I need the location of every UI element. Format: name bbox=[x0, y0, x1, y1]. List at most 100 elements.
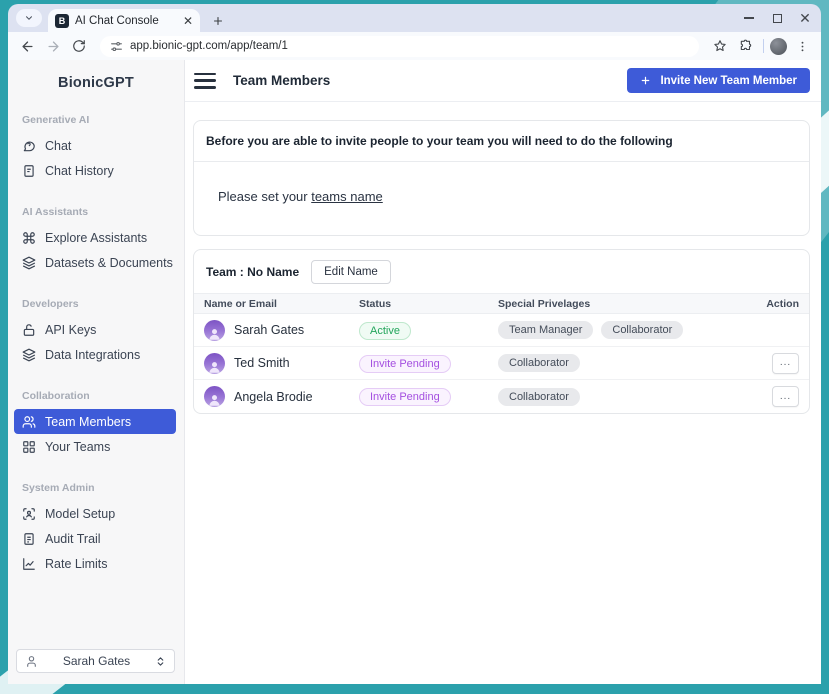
back-button[interactable] bbox=[16, 35, 38, 57]
sidebar-item-datasets-documents[interactable]: Datasets & Documents bbox=[14, 250, 176, 275]
chat-icon bbox=[22, 139, 36, 153]
chat-history-icon bbox=[22, 164, 36, 178]
page-title: Team Members bbox=[233, 73, 330, 88]
sidebar-item-explore-assistants[interactable]: Explore Assistants bbox=[14, 225, 176, 250]
status-badge: Invite Pending bbox=[359, 388, 451, 406]
main-panel: Team Members Invite New Team Member Befo… bbox=[185, 60, 821, 684]
team-name-label: Team : No Name bbox=[206, 265, 299, 279]
user-icon bbox=[207, 326, 222, 341]
sidebar-item-label: Chat bbox=[45, 139, 71, 153]
member-avatar bbox=[204, 353, 225, 374]
member-name: Ted Smith bbox=[234, 356, 290, 370]
command-icon bbox=[22, 231, 36, 245]
chart-icon bbox=[22, 557, 36, 571]
users-icon bbox=[22, 415, 36, 429]
column-name-or-email: Name or Email bbox=[204, 298, 359, 310]
invite-new-team-member-button[interactable]: Invite New Team Member bbox=[627, 68, 810, 93]
section-collaboration: Collaboration bbox=[22, 390, 168, 402]
team-members-card: Team : No Name Edit Name Name or Email S… bbox=[193, 249, 810, 414]
address-bar[interactable]: app.bionic-gpt.com/app/team/1 bbox=[100, 36, 699, 57]
forward-button[interactable] bbox=[42, 35, 64, 57]
privilege-badge: Collaborator bbox=[498, 388, 580, 406]
puzzle-icon bbox=[739, 39, 753, 53]
reload-icon bbox=[72, 39, 86, 53]
table-row: Angela Brodie Invite Pending Collaborato… bbox=[194, 380, 809, 413]
sidebar: BionicGPT Generative AI Chat Chat Histor… bbox=[8, 60, 185, 684]
sidebar-item-label: Datasets & Documents bbox=[45, 256, 173, 270]
edit-name-button[interactable]: Edit Name bbox=[311, 260, 391, 284]
bookmark-star-button[interactable] bbox=[709, 35, 731, 57]
desktop-wallpaper: B AI Chat Console ✕ ✕ bbox=[0, 0, 829, 694]
sidebar-item-audit-trail[interactable]: Audit Trail bbox=[14, 526, 176, 551]
new-tab-button[interactable] bbox=[208, 11, 228, 31]
sidebar-item-team-members[interactable]: Team Members bbox=[14, 409, 176, 434]
audit-trail-icon bbox=[22, 532, 36, 546]
sidebar-item-your-teams[interactable]: Your Teams bbox=[14, 434, 176, 459]
extensions-button[interactable] bbox=[735, 35, 757, 57]
row-actions-button[interactable]: ... bbox=[772, 353, 799, 374]
notice-text: Please set your bbox=[218, 189, 311, 204]
maximize-button[interactable] bbox=[769, 10, 785, 26]
layers-icon bbox=[22, 348, 36, 362]
chevron-down-icon bbox=[24, 13, 34, 23]
layers-icon bbox=[22, 256, 36, 270]
user-switcher[interactable]: Sarah Gates bbox=[16, 649, 175, 673]
star-icon bbox=[713, 39, 727, 53]
sidebar-item-api-keys[interactable]: API Keys bbox=[14, 317, 176, 342]
tab-title: AI Chat Console bbox=[75, 15, 177, 27]
setup-notice-card: Before you are able to invite people to … bbox=[193, 120, 810, 236]
table-row: Ted Smith Invite Pending Collaborator ..… bbox=[194, 347, 809, 380]
sidebar-nav: Generative AI Chat Chat History AI Assis… bbox=[8, 114, 184, 576]
current-user-name: Sarah Gates bbox=[38, 654, 155, 668]
reload-button[interactable] bbox=[68, 35, 90, 57]
tab-close-icon[interactable]: ✕ bbox=[183, 15, 193, 27]
profile-avatar[interactable] bbox=[770, 38, 787, 55]
minimize-button[interactable] bbox=[741, 10, 757, 26]
sidebar-item-label: Rate Limits bbox=[45, 557, 108, 571]
privilege-badge: Collaborator bbox=[498, 354, 580, 372]
user-icon bbox=[207, 392, 222, 407]
hamburger-menu-icon[interactable] bbox=[194, 73, 216, 89]
team-card-header: Team : No Name Edit Name bbox=[194, 250, 809, 293]
section-ai-assistants: AI Assistants bbox=[22, 206, 168, 218]
browser-window: B AI Chat Console ✕ ✕ bbox=[8, 4, 821, 684]
member-avatar bbox=[204, 320, 225, 341]
sidebar-item-label: Data Integrations bbox=[45, 348, 140, 362]
sidebar-item-label: Explore Assistants bbox=[45, 231, 147, 245]
privilege-badge: Collaborator bbox=[601, 321, 683, 339]
url-text: app.bionic-gpt.com/app/team/1 bbox=[130, 40, 288, 52]
sidebar-item-rate-limits[interactable]: Rate Limits bbox=[14, 551, 176, 576]
arrow-right-icon bbox=[46, 39, 61, 54]
member-name: Angela Brodie bbox=[234, 390, 313, 404]
sidebar-item-model-setup[interactable]: Model Setup bbox=[14, 501, 176, 526]
sidebar-item-chat[interactable]: Chat bbox=[14, 133, 176, 158]
scan-face-icon bbox=[22, 507, 36, 521]
teams-name-link[interactable]: teams name bbox=[311, 189, 383, 204]
sidebar-item-data-integrations[interactable]: Data Integrations bbox=[14, 342, 176, 367]
sidebar-item-label: API Keys bbox=[45, 323, 96, 337]
grid-icon bbox=[22, 440, 36, 454]
browser-tab-strip: B AI Chat Console ✕ ✕ bbox=[8, 4, 821, 32]
row-actions-button[interactable]: ... bbox=[772, 386, 799, 407]
site-settings-icon bbox=[110, 40, 123, 53]
browser-menu-button[interactable] bbox=[791, 35, 813, 57]
notice-body: Please set your teams name bbox=[194, 162, 809, 235]
page-content: Before you are able to invite people to … bbox=[185, 102, 821, 414]
status-badge: Active bbox=[359, 322, 411, 340]
app-root: BionicGPT Generative AI Chat Chat Histor… bbox=[8, 60, 821, 684]
close-button[interactable]: ✕ bbox=[797, 10, 813, 26]
notice-heading: Before you are able to invite people to … bbox=[194, 121, 809, 162]
sidebar-item-chat-history[interactable]: Chat History bbox=[14, 158, 176, 183]
section-system-admin: System Admin bbox=[22, 482, 168, 494]
column-special-privileges: Special Privelages bbox=[498, 298, 749, 310]
lock-icon bbox=[22, 323, 36, 337]
browser-tab[interactable]: B AI Chat Console ✕ bbox=[48, 9, 200, 32]
table-header-row: Name or Email Status Special Privelages … bbox=[194, 293, 809, 314]
sidebar-item-label: Audit Trail bbox=[45, 532, 101, 546]
member-name: Sarah Gates bbox=[234, 323, 304, 337]
table-row: Sarah Gates Active Team Manager Collabor… bbox=[194, 314, 809, 347]
status-badge: Invite Pending bbox=[359, 355, 451, 373]
chevrons-up-down-icon bbox=[155, 656, 166, 667]
sidebar-item-label: Team Members bbox=[45, 415, 131, 429]
tab-search-button[interactable] bbox=[16, 9, 42, 27]
